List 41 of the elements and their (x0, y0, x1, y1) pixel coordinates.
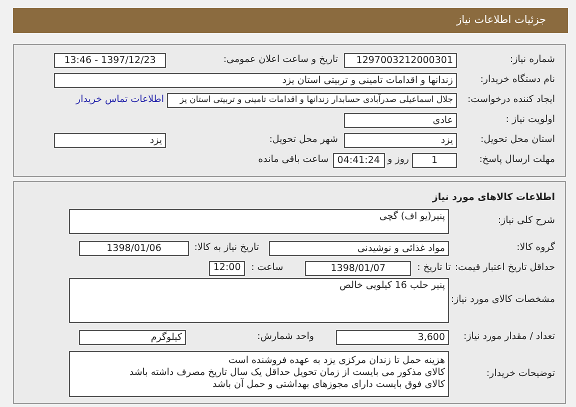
creator-field: جلال اسماعیلی صدرآبادی حسابدار زندانها و اقدامات تامینی و تربیتی استان یز (167, 92, 457, 108)
hour-field: 12:00 (209, 260, 246, 276)
page-title: جزئیات اطلاعات نیاز (456, 14, 546, 26)
quantity-field: 3,600 (336, 330, 449, 344)
spec-field: پنیر حلب 16 کیلویی خالص (69, 278, 449, 323)
field-label: شهر محل تحویل: (268, 132, 339, 147)
announce-date-field: 1397/12/23 - 13:46 (54, 52, 166, 68)
unit-field: کیلوگرم (79, 330, 186, 344)
contact-link[interactable]: اطلاعات تماس خریدار (76, 92, 164, 108)
field-label: شماره نیاز: (508, 52, 555, 67)
time-left-label: ساعت باقی مانده (257, 152, 330, 167)
group-field: مواد غذائی و نوشیدنی (269, 240, 449, 256)
field-label: مهلت ارسال پاسخ: (478, 152, 555, 167)
priority-field: عادی (344, 112, 457, 128)
field-label: تا تاریخ : (416, 260, 451, 275)
field-label: مشخصات کالای مورد نیاز: (450, 293, 555, 308)
field-label: توضیحات خریدار: (485, 366, 555, 381)
field-label: واحد شمارش: (256, 330, 315, 344)
field-label: تاریخ و ساعت اعلان عمومی: (222, 52, 339, 67)
buyer-notes-field: هزینه حمل تا زندان مرکزی یزد به عهده فروشنده است کالای مذکور می بایست از زمان تحویل حداقل یک سال تاریخ مصرف داشته باشد کالای فوق بایست دارای مجوزهای بهداشتی و حمل آن باشد (69, 351, 449, 397)
days-field: 1 (412, 152, 457, 168)
need-number-field: 1297003212000301 (344, 52, 457, 68)
section-title: اطلاعات کالاهای مورد نیاز (431, 191, 556, 205)
need-date-field: 1398/01/06 (79, 240, 189, 256)
field-label: اولویت نیاز : (504, 112, 555, 127)
city-field: یزد (54, 132, 166, 148)
field-label: ایجاد کننده درخواست: (466, 92, 555, 107)
until-date-field: 1398/01/07 (305, 260, 412, 276)
time-left-field: 04:41:24 (332, 152, 385, 168)
field-label: نام دستگاه خریدار: (479, 72, 555, 87)
field-label: تاریخ نیاز به کالا: (193, 240, 260, 255)
summary-field: پنیر(یو اف) گچی (69, 209, 449, 234)
buyer-field: زندانها و اقدامات تامینی و تربیتی استان یزد (54, 72, 457, 88)
field-label: حداقل تاریخ اعتبار قیمت: (454, 260, 555, 275)
province-field: یزد (344, 132, 457, 148)
field-label: ساعت : (250, 260, 284, 275)
days-unit-label: روز و (386, 152, 410, 167)
field-label: گروه کالا: (516, 240, 555, 255)
field-label: استان محل تحویل: (479, 132, 555, 147)
field-label: شرح کلی نیاز: (496, 214, 555, 228)
field-label: تعداد / مقدار مورد نیاز: (462, 330, 555, 344)
